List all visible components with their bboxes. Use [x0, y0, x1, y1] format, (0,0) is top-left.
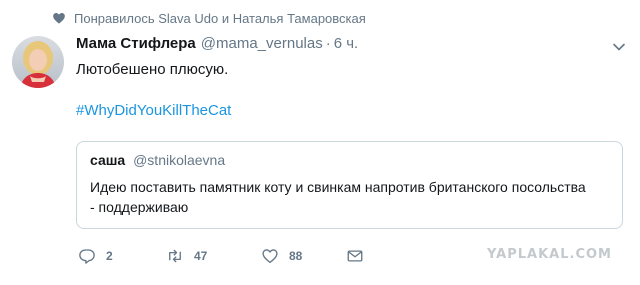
quoted-tweet-text: Идею поставить памятник коту и свинкам н… [90, 179, 586, 215]
tweet-text: Лютобешено плюсую. [76, 61, 229, 78]
like-count: 88 [289, 249, 303, 263]
author-handle[interactable]: @mama_vernulas [201, 35, 323, 52]
tweet-actions: 2 47 88 [78, 246, 364, 266]
author-name[interactable]: Мама Стифлера [76, 35, 196, 52]
separator-dot: · [325, 35, 331, 52]
quoted-tweet-header: саша @stnikolaevna [90, 152, 225, 168]
heart-outline-icon [262, 249, 278, 264]
heart-icon [53, 12, 65, 24]
quoted-author-handle: @stnikolaevna [133, 152, 226, 168]
avatar-image [12, 36, 64, 88]
quoted-tweet[interactable]: саша @stnikolaevna Идею поставить памятн… [76, 141, 623, 229]
chevron-down-icon[interactable] [612, 40, 626, 54]
quoted-author-name: саша [90, 152, 126, 168]
tweet-time[interactable]: 6 ч. [334, 35, 359, 52]
hashtag-link[interactable]: #WhyDidYouKillTheCat [76, 101, 231, 121]
liked-by-text: Понравилось Slava Udo и Наталья Тамаровс… [74, 10, 366, 26]
retweet-icon [169, 249, 181, 263]
tweet-header: Мама Стифлера @mama_vernulas · 6 ч. [76, 35, 600, 57]
reply-button[interactable]: 2 [78, 247, 166, 265]
reply-count: 2 [106, 249, 113, 263]
liked-by-line: Понравилось Slava Udo и Наталья Тамаровс… [52, 9, 366, 27]
direct-message-button[interactable] [346, 247, 364, 265]
avatar[interactable] [12, 36, 64, 88]
retweet-button[interactable]: 47 [166, 247, 261, 265]
retweet-count: 47 [194, 249, 208, 263]
watermark: YAPLAKAL.COM [487, 247, 612, 262]
reply-icon [79, 249, 95, 264]
like-button[interactable]: 88 [261, 247, 346, 265]
envelope-icon [347, 250, 363, 262]
